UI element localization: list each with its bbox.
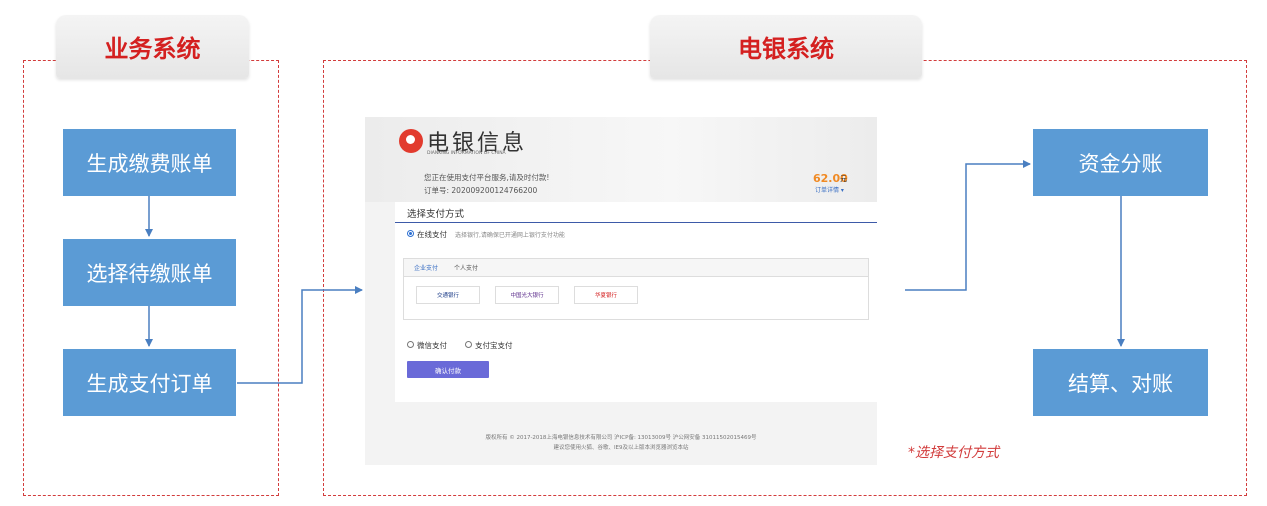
step-settle-reconcile: 结算、对账 [1033, 349, 1208, 416]
footer-browser-hint: 建议您使用火狐、谷歌、IE9及以上版本浏览器浏览本站 [553, 445, 689, 451]
dianyin-logo-icon [399, 129, 423, 153]
step-generate-bill: 生成缴费账单 [63, 129, 236, 196]
order-amount-unit: 元 [840, 175, 847, 183]
arrow-order-to-payment [237, 286, 363, 384]
payment-page-screenshot: 电银信息 DIANKING INFORMATION OF CHINA 您正在使用… [365, 117, 877, 465]
online-pay-hint: 选择银行,请确保已开通网上银行支付功能 [455, 232, 565, 239]
panel-title: 选择支付方式 [407, 209, 465, 220]
tab-company-pay[interactable]: 企业支付 [414, 263, 438, 272]
tab-personal-pay[interactable]: 个人支付 [454, 263, 478, 272]
screenshot-caption: *选择支付方式 [908, 445, 999, 461]
wechat-pay-label: 微信支付 [417, 341, 447, 350]
order-number: 订单号: 202009200124766200 [424, 186, 538, 195]
bank-logo-ceb[interactable]: 中国光大银行 [495, 286, 559, 304]
online-pay-label: 在线支付 [417, 230, 447, 239]
arrow-payment-to-split [905, 160, 1031, 291]
bank-logo-bocom[interactable]: 交通银行 [416, 286, 480, 304]
step-fund-split: 资金分账 [1033, 129, 1208, 196]
payment-method-panel: 选择支付方式 在线支付 选择银行,请确保已开通网上银行支付功能 企业支付 个人支… [395, 202, 877, 402]
wechat-pay-radio[interactable] [407, 341, 414, 348]
panel-divider [395, 222, 877, 223]
order-detail-link[interactable]: 订单详情 ▾ [815, 185, 844, 194]
step-select-bill: 选择待缴账单 [63, 239, 236, 306]
bank-logo-hxb[interactable]: 华夏银行 [574, 286, 638, 304]
alipay-label: 支付宝支付 [475, 341, 513, 350]
dianyin-logo-subtitle: DIANKING INFORMATION OF CHINA [427, 151, 506, 156]
bank-selection-box: 企业支付 个人支付 交通银行 中国光大银行 华夏银行 [403, 258, 869, 320]
payment-notice: 您正在使用支付平台服务,请及时付款! [424, 173, 550, 182]
step-generate-order: 生成支付订单 [63, 349, 236, 416]
footer-copyright: 版权所有 © 2017-2018上海电银信息技术有限公司 沪ICP备: 1301… [485, 435, 757, 441]
online-pay-radio[interactable] [407, 230, 414, 237]
confirm-payment-button[interactable]: 确认付款 [407, 361, 489, 378]
alipay-radio[interactable] [465, 341, 472, 348]
bank-tabs: 企业支付 个人支付 [404, 259, 868, 277]
